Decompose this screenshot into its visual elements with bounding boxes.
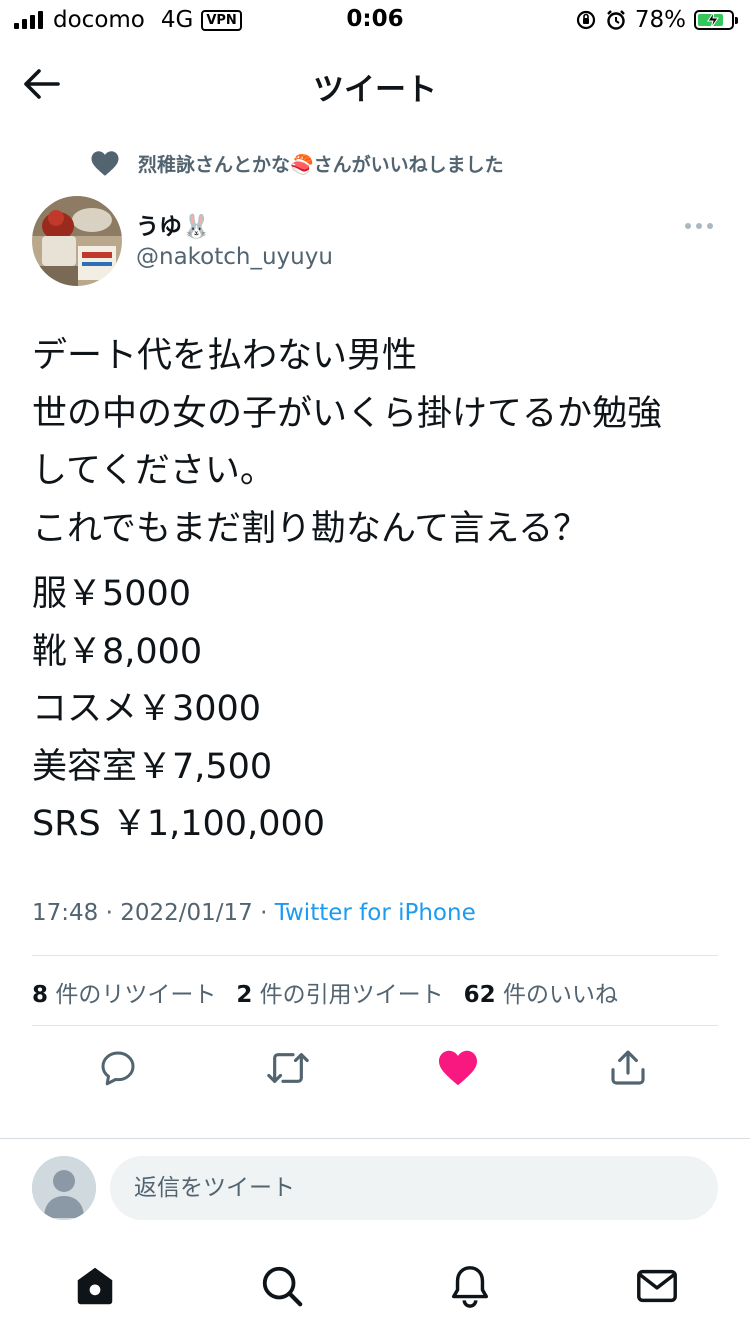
alarm-icon (605, 9, 627, 31)
tweet-price-line: 靴￥8,000 (32, 631, 203, 672)
likes-count: 62 (463, 982, 496, 1008)
tweet-time: 17:48 (32, 900, 99, 926)
tweet-line: してください。 (32, 451, 275, 491)
reply-button[interactable] (96, 1046, 140, 1090)
mail-icon (637, 1269, 677, 1303)
heart-filled-icon (439, 1050, 477, 1086)
author-name[interactable]: うゆ🐰 (136, 207, 211, 241)
tweet-line: これでもまだ割り勘なんて言える？ (32, 508, 589, 549)
tweet-stats: 8 件のリツイート 2 件の引用ツイート 62 件のいいね (32, 975, 618, 1009)
bell-icon (451, 1266, 489, 1308)
default-avatar-icon (32, 1156, 96, 1220)
author-handle[interactable]: @nakotch_uyuyu (136, 244, 333, 270)
nav-header: ツイート (0, 42, 750, 128)
divider (32, 955, 718, 956)
status-bar: docomo 4G VPN 0:06 78% (0, 0, 750, 42)
tweet-price-line: 美容室￥7,500 (32, 746, 273, 787)
tab-search[interactable] (258, 1262, 306, 1310)
battery-percent: 78% (634, 7, 686, 33)
bottom-tab-bar (0, 1250, 750, 1334)
tweet-date: 2022/01/17 (120, 900, 253, 926)
tweet-price-line: コスメ￥3000 (32, 689, 262, 729)
meta-separator: · (105, 900, 121, 926)
tweet-text: デート代を払わない男性 世の中の女の子がいくら掛けてるか勉強 してください。 こ… (32, 328, 722, 558)
page-title: ツイート (313, 72, 437, 108)
quotes-count: 2 (236, 982, 253, 1008)
like-button[interactable] (436, 1046, 480, 1090)
retweets-count: 8 (32, 982, 49, 1008)
battery-icon (694, 10, 738, 30)
tweet-price-line: 服￥5000 (32, 574, 192, 614)
share-icon (611, 1050, 645, 1085)
likes-stat[interactable]: 62 件のいいね (464, 975, 618, 1009)
retweet-button[interactable] (266, 1046, 310, 1090)
reply-input[interactable]: 返信をツイート (110, 1156, 718, 1220)
quotes-label: 件の引用ツイート (259, 982, 444, 1008)
tweet-meta: 17:48 · 2022/01/17 · Twitter for iPhone (32, 900, 476, 926)
retweets-stat[interactable]: 8 件のリツイート (32, 975, 216, 1009)
retweet-icon (267, 1053, 309, 1083)
section-divider (0, 1138, 750, 1139)
status-bar-right: 78% (575, 6, 738, 34)
tab-home[interactable] (71, 1262, 119, 1310)
search-icon (262, 1266, 303, 1307)
more-icon (685, 223, 713, 229)
quotes-stat[interactable]: 2 件の引用ツイート (236, 975, 443, 1009)
home-icon (77, 1267, 113, 1305)
rotation-lock-icon (575, 9, 597, 31)
tweet-line: デート代を払わない男性 (32, 336, 418, 376)
user-avatar[interactable] (32, 1156, 96, 1220)
social-context[interactable]: 烈稚詠さんとかな🍣さんがいいねしました (90, 150, 504, 177)
tab-notifications[interactable] (446, 1262, 494, 1310)
reply-icon (101, 1051, 135, 1086)
tab-messages[interactable] (633, 1262, 681, 1310)
tweet-line: 世の中の女の子がいくら掛けてるか勉強 (32, 393, 663, 434)
heart-icon (91, 151, 119, 176)
more-options-button[interactable] (682, 214, 716, 238)
share-button[interactable] (606, 1046, 650, 1090)
meta-separator: · (260, 900, 275, 926)
tweet-price-line: SRS ￥1,100,000 (32, 804, 326, 844)
social-context-text: 烈稚詠さんとかな🍣さんがいいねしました (138, 154, 504, 176)
author-avatar[interactable] (32, 196, 122, 286)
avatar-image (32, 196, 122, 286)
tweet-source-link[interactable]: Twitter for iPhone (275, 900, 476, 926)
divider (32, 1025, 718, 1026)
tweet-actions (0, 1040, 750, 1100)
retweets-label: 件のリツイート (55, 982, 217, 1008)
tweet-price-list: 服￥5000 靴￥8,000 コスメ￥3000 美容室￥7,500 SRS ￥1… (32, 566, 722, 854)
likes-label: 件のいいね (502, 982, 618, 1008)
